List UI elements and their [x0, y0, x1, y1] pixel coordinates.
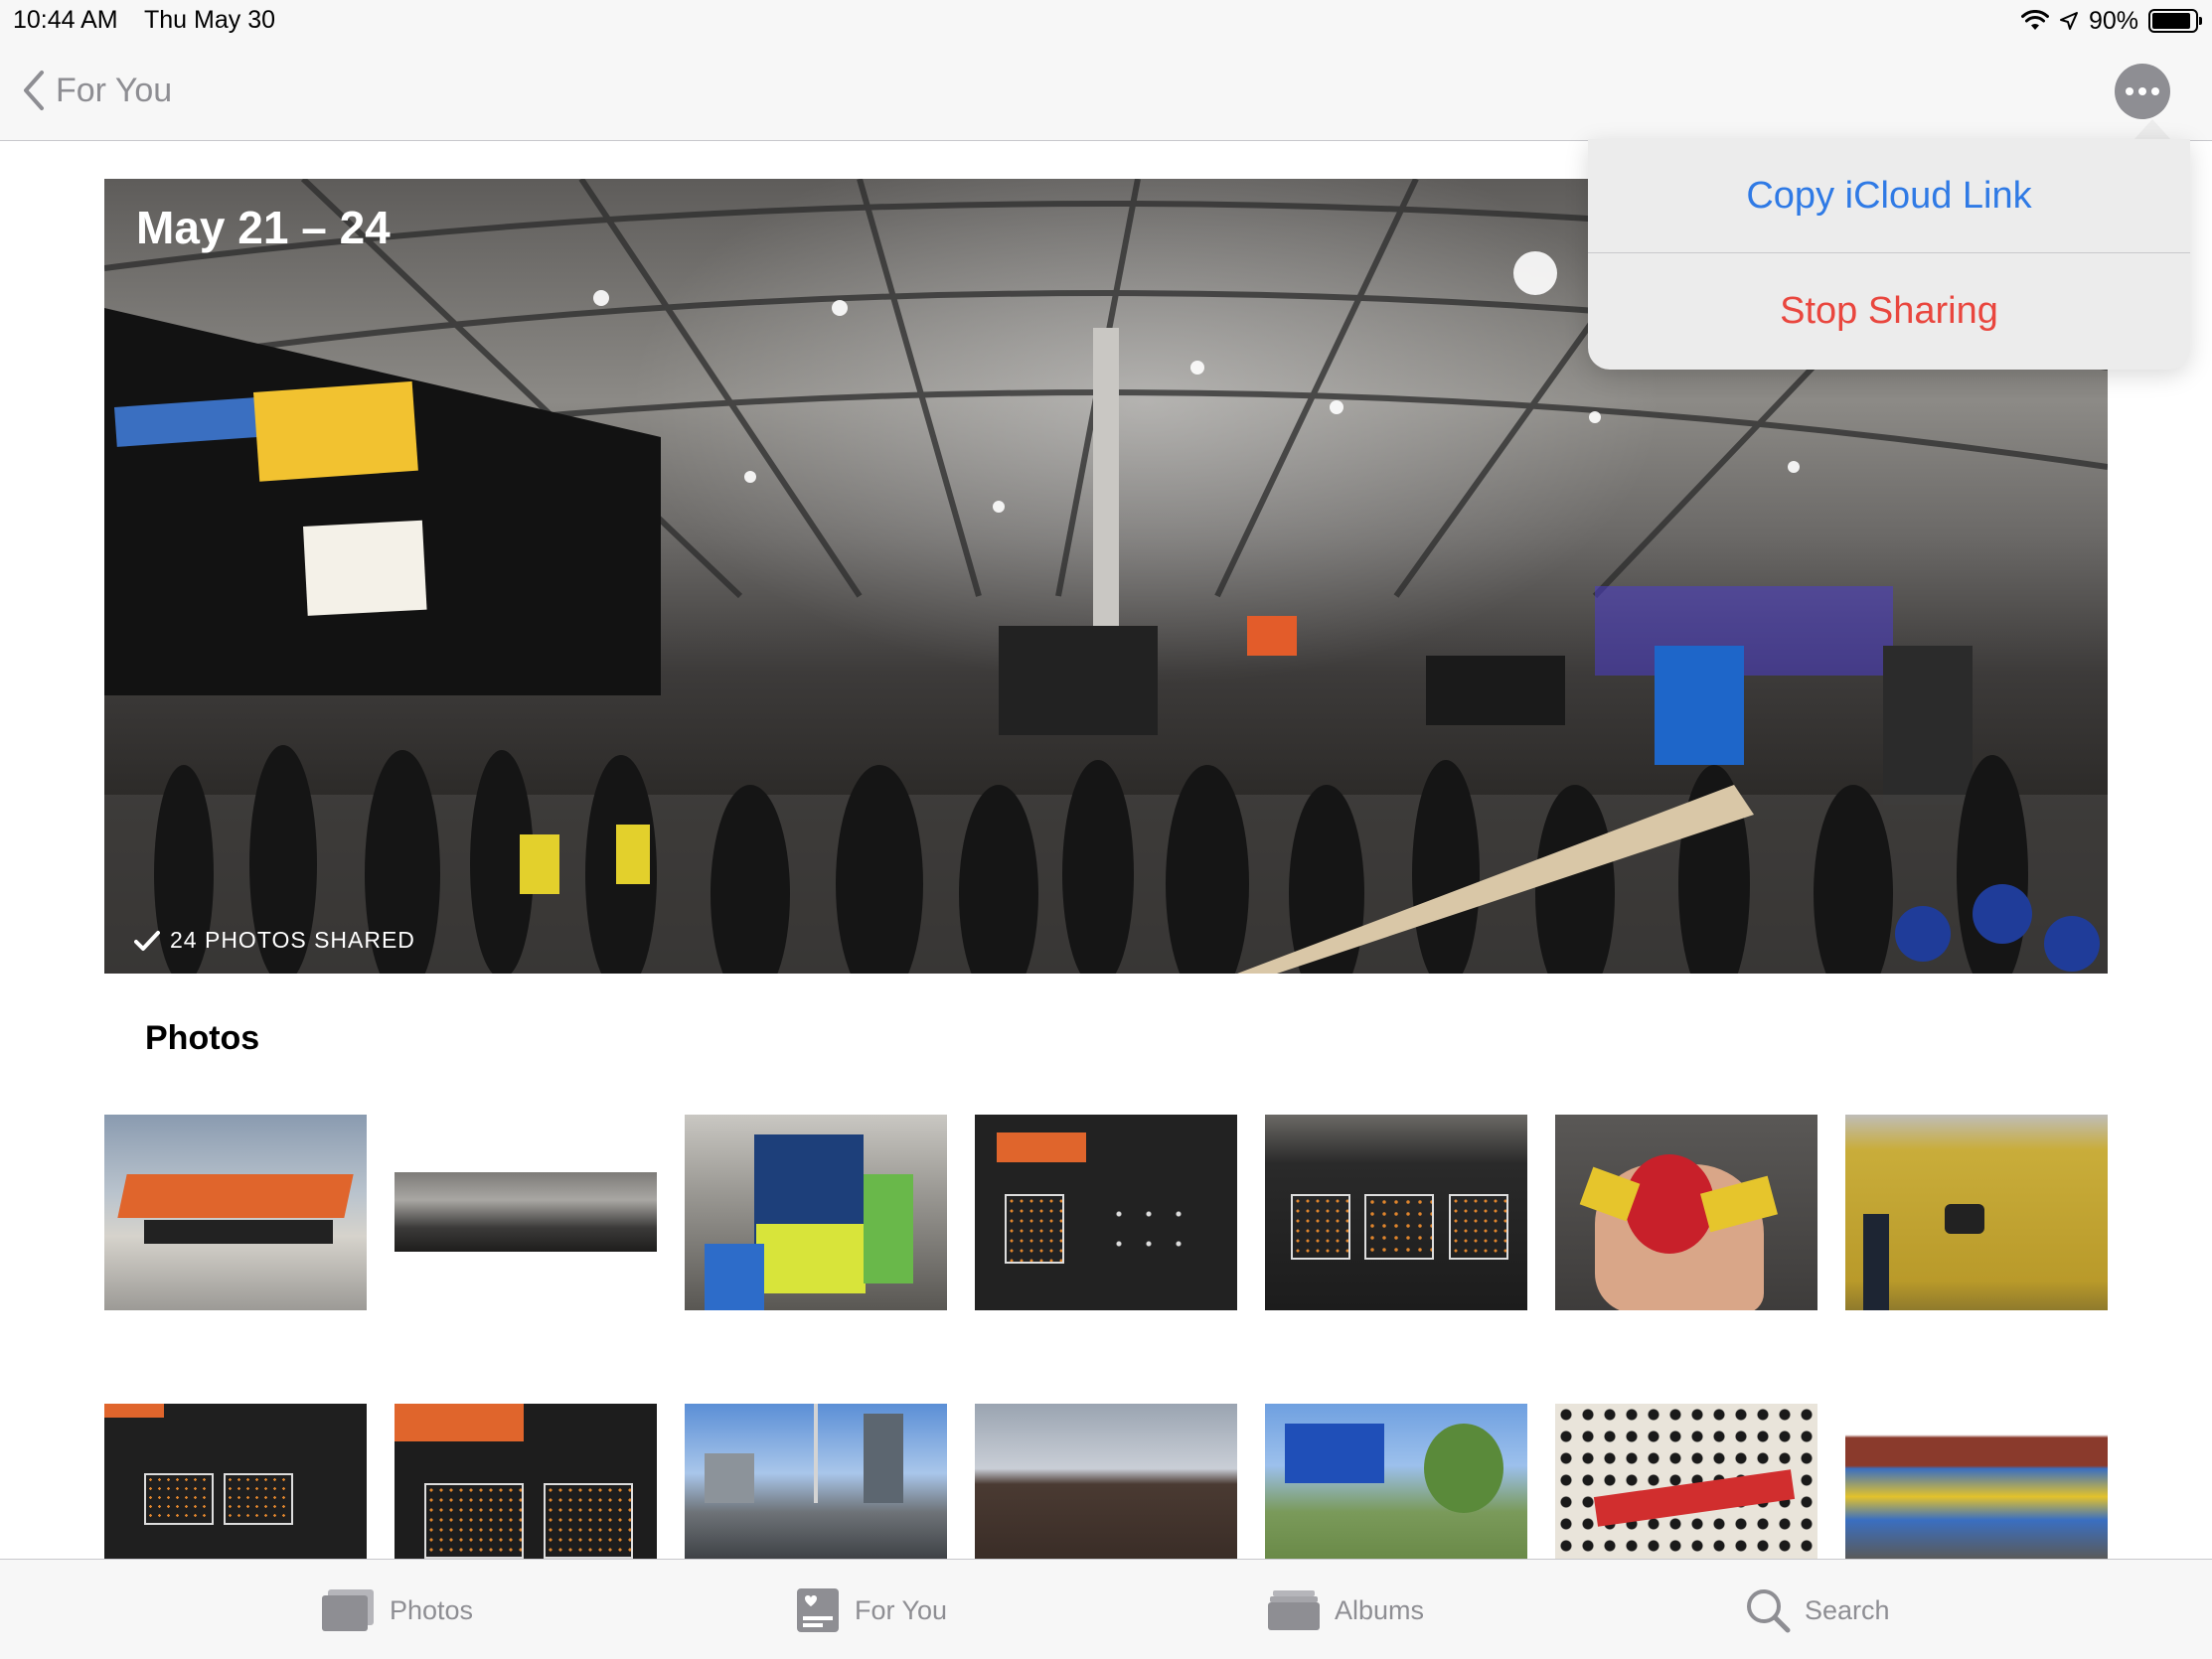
photo-thumbnail-toronto-skyline-cn-tower[interactable]: [685, 1404, 947, 1559]
search-icon: [1747, 1589, 1791, 1633]
photo-thumbnail-bob-o-bon-candy[interactable]: [1555, 1115, 1817, 1310]
back-label: For You: [56, 71, 173, 109]
photo-thumbnail-park-blue-building[interactable]: [1265, 1404, 1527, 1559]
photos-app-screen: 10:44 AM Thu May 30 90% For You May 21 –…: [0, 0, 2212, 1659]
tab-albums[interactable]: Albums: [1267, 1584, 1424, 1637]
popover-arrow: [2133, 119, 2172, 141]
battery-icon: [2148, 9, 2202, 33]
tab-photos[interactable]: Photos: [320, 1584, 473, 1637]
photos-shared-count: 24 PHOTOS SHARED: [134, 927, 415, 954]
tab-bar: Photos For You Albums Search: [0, 1559, 2212, 1659]
photo-thumbnail-poll-board-dark[interactable]: [1265, 1115, 1527, 1310]
status-date: Thu May 30: [144, 6, 276, 34]
photo-thumbnail-ai-robotics-poll-board[interactable]: [395, 1404, 657, 1559]
photo-thumbnail-collisionconf-board-2[interactable]: [104, 1404, 367, 1559]
navigation-bar: For You: [0, 44, 2212, 141]
sharing-options-popover: Copy iCloud Link Stop Sharing: [1588, 139, 2190, 370]
photo-thumbnail-aws-exhibit-booth[interactable]: [685, 1115, 947, 1310]
photo-thumbnail-collision-toronto-sign[interactable]: [104, 1115, 367, 1310]
status-bar: 10:44 AM Thu May 30 90%: [0, 0, 2212, 44]
checkmark-icon: [134, 930, 160, 951]
album-date-title: May 21 – 24: [136, 202, 391, 253]
photo-thumbnail-ceiling-art-pattern[interactable]: [1555, 1404, 1817, 1559]
tab-for-you-label: For You: [855, 1594, 948, 1625]
more-options-button[interactable]: [2115, 64, 2170, 119]
tab-search[interactable]: Search: [1745, 1584, 1890, 1637]
tab-albums-label: Albums: [1335, 1594, 1425, 1625]
photo-thumbnail-brick-building-sky[interactable]: [975, 1404, 1237, 1559]
tab-for-you[interactable]: For You: [795, 1584, 947, 1637]
photo-thumbnail-collisionconf-poll-board[interactable]: [975, 1115, 1237, 1310]
tab-photos-label: Photos: [390, 1594, 474, 1625]
for-you-icon: [797, 1588, 839, 1632]
back-button[interactable]: For You: [22, 64, 172, 117]
chevron-left-icon: [24, 71, 44, 110]
albums-folder-icon: [1268, 1590, 1320, 1630]
photo-thumbnail-yellow-wall-exhibit[interactable]: [1845, 1115, 2108, 1310]
wifi-icon: [2020, 10, 2049, 30]
photo-thumbnail-convention-hall-panorama[interactable]: [395, 1172, 657, 1252]
status-time: 10:44 AM: [13, 6, 118, 34]
photos-shared-label: 24 PHOTOS SHARED: [170, 927, 415, 953]
photo-thumbnail-graffiti-wall[interactable]: [1845, 1404, 2108, 1559]
copy-icloud-link-button[interactable]: Copy iCloud Link: [1588, 139, 2190, 253]
photos-section-heading: Photos: [145, 1019, 260, 1057]
tab-search-label: Search: [1805, 1594, 1890, 1625]
photos-stack-icon: [322, 1589, 374, 1631]
status-indicators: 90%: [2020, 6, 2202, 36]
ellipsis-icon: [2126, 87, 2133, 95]
stop-sharing-button[interactable]: Stop Sharing: [1588, 254, 2190, 369]
battery-percentage: 90%: [2088, 6, 2138, 35]
location-arrow-icon: [2059, 12, 2078, 30]
